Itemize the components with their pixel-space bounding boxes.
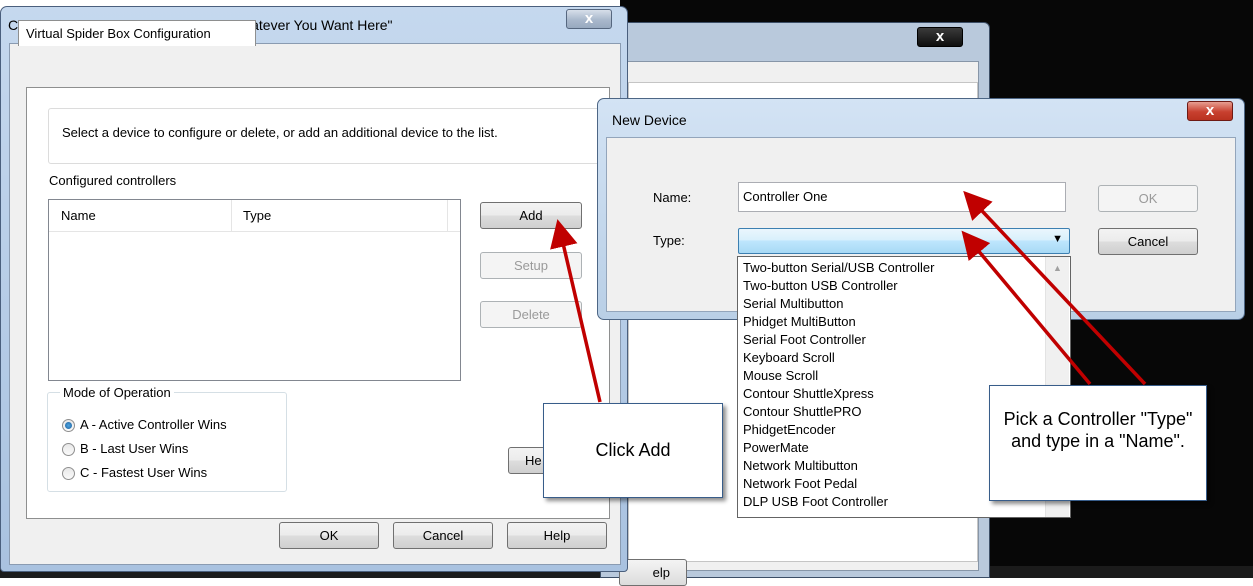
name-value: Controller One xyxy=(743,189,828,204)
list-item[interactable]: Network Multibutton xyxy=(743,457,858,475)
help-button[interactable]: Help xyxy=(507,522,607,549)
ok-button[interactable]: OK xyxy=(279,522,379,549)
list-item[interactable]: Serial Multibutton xyxy=(743,295,843,313)
type-select[interactable]: ▼ xyxy=(738,228,1070,254)
list-item[interactable]: Keyboard Scroll xyxy=(743,349,835,367)
new-device-ok-button[interactable]: OK xyxy=(1098,185,1198,212)
list-item[interactable]: PhidgetEncoder xyxy=(743,421,836,439)
dialog-close-button[interactable]: x xyxy=(566,9,612,29)
tab-virtual-spider-box[interactable]: Virtual Spider Box Configuration xyxy=(18,20,256,46)
controllers-list[interactable]: Name Type xyxy=(48,199,461,381)
new-device-close-button[interactable]: x xyxy=(1187,101,1233,121)
column-separator xyxy=(447,200,448,232)
radio-last-user-wins[interactable] xyxy=(62,443,75,456)
list-item[interactable]: Two-button Serial/USB Controller xyxy=(743,259,934,277)
instruction-text: Select a device to configure or delete, … xyxy=(62,125,498,140)
list-item[interactable]: DLP USB Foot Controller xyxy=(743,493,888,511)
radio-label-a[interactable]: A - Active Controller Wins xyxy=(80,417,227,432)
radio-label-b[interactable]: B - Last User Wins xyxy=(80,441,188,456)
mode-of-operation-label: Mode of Operation xyxy=(60,385,174,400)
radio-fastest-user-wins[interactable] xyxy=(62,467,75,480)
list-item[interactable]: Contour ShuttleXpress xyxy=(743,385,874,403)
callout-click-add-text: Click Add xyxy=(595,440,671,460)
new-device-title: New Device xyxy=(612,112,687,128)
setup-button[interactable]: Setup xyxy=(480,252,582,279)
column-separator xyxy=(231,200,232,232)
close-icon: x xyxy=(584,10,594,27)
callout-pick-type-text: Pick a Controller "Type" and type in a "… xyxy=(1003,409,1193,451)
list-item[interactable]: Network Foot Pedal xyxy=(743,475,857,493)
configured-controllers-label: Configured controllers xyxy=(49,173,177,188)
new-device-cancel-button[interactable]: Cancel xyxy=(1098,228,1198,255)
chevron-down-icon: ▼ xyxy=(1052,233,1063,245)
add-button[interactable]: Add xyxy=(480,202,582,229)
list-item[interactable]: Mouse Scroll xyxy=(743,367,818,385)
cancel-button[interactable]: Cancel xyxy=(393,522,493,549)
tab-label: Virtual Spider Box Configuration xyxy=(26,26,211,41)
list-item[interactable]: PowerMate xyxy=(743,439,809,457)
background-window-close-button[interactable]: x xyxy=(917,27,963,47)
list-item[interactable]: Phidget MultiButton xyxy=(743,313,856,331)
column-type[interactable]: Type xyxy=(243,208,271,226)
radio-label-c[interactable]: C - Fastest User Wins xyxy=(80,465,207,480)
name-field[interactable]: Controller One xyxy=(738,182,1066,212)
column-name[interactable]: Name xyxy=(61,208,96,226)
scroll-up-icon[interactable]: ▲ xyxy=(1053,263,1062,273)
delete-button[interactable]: Delete xyxy=(480,301,582,328)
radio-active-controller-wins[interactable] xyxy=(62,419,75,432)
close-icon: x xyxy=(1205,102,1215,119)
list-item[interactable]: Two-button USB Controller xyxy=(743,277,898,295)
type-label: Type: xyxy=(653,233,685,248)
background-help-button[interactable]: elp xyxy=(619,559,687,586)
list-item[interactable]: Contour ShuttlePRO xyxy=(743,403,862,421)
name-label: Name: xyxy=(653,190,692,205)
close-icon: x xyxy=(935,28,945,45)
list-item[interactable]: Serial Foot Controller xyxy=(743,331,866,349)
list-header: Name Type xyxy=(49,200,460,232)
